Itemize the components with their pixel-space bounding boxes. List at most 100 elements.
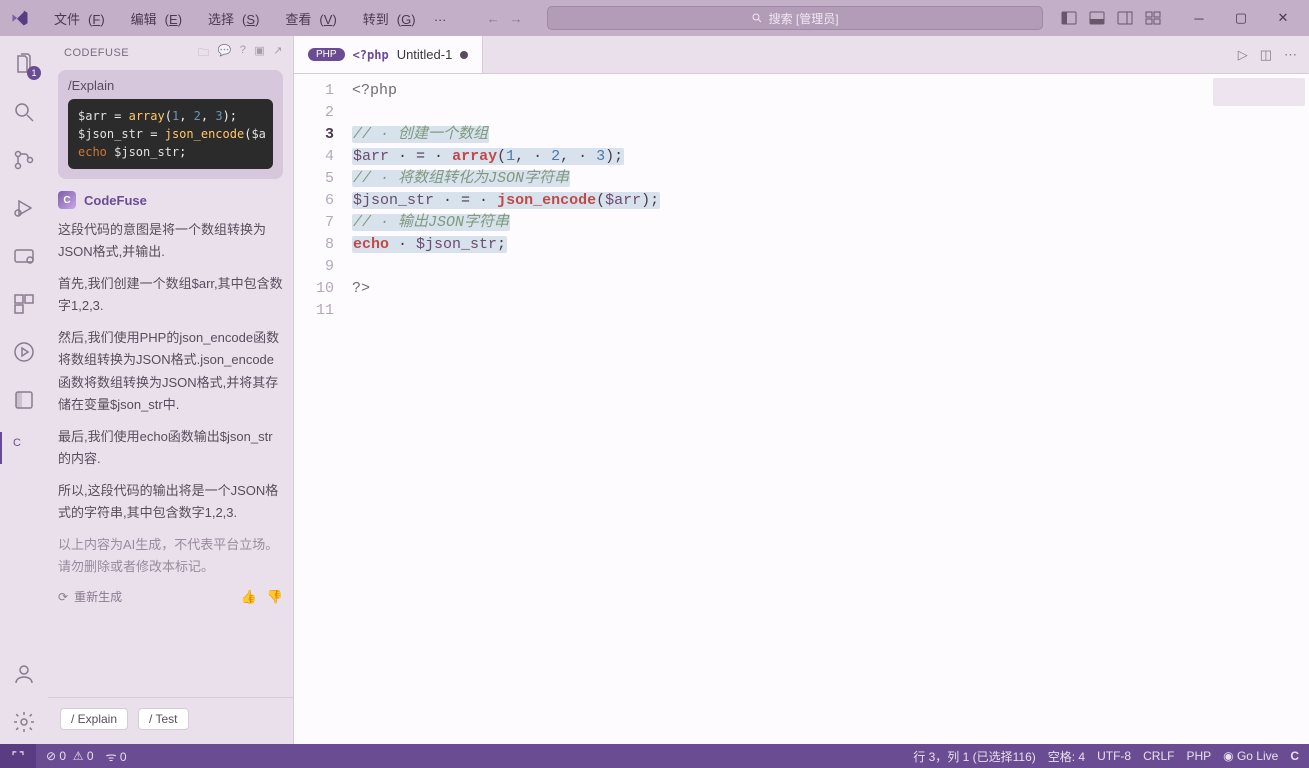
sidebar-footer: / Explain / Test [48, 697, 293, 744]
code-line[interactable]: $arr · = · array(1, · 2, · 3); [352, 146, 660, 168]
activity-testing[interactable] [0, 330, 48, 374]
explorer-badge: 1 [27, 66, 41, 80]
chat-icon[interactable]: 💬 [218, 44, 232, 63]
menu-edit[interactable]: 编辑(E) [115, 5, 190, 32]
search-icon [751, 12, 763, 24]
close-icon[interactable]: ✕ [1263, 3, 1303, 33]
status-remote[interactable] [0, 744, 36, 768]
status-encoding[interactable]: UTF-8 [1097, 749, 1131, 763]
tab-filename: Untitled-1 [397, 47, 453, 62]
activity-scm[interactable] [0, 138, 48, 182]
sidebar-title-row: CODEFUSE 🗀 💬 ? ▣ ↗ [48, 36, 293, 70]
status-ports[interactable]: ᯤ 0 [106, 748, 127, 765]
regenerate-button[interactable]: ⟳ 重新生成 [58, 588, 122, 605]
activity-codefuse[interactable]: C [0, 426, 48, 470]
vscode-icon [6, 9, 34, 27]
code-line[interactable]: echo · $json_str; [352, 234, 660, 256]
maximize-icon[interactable]: ▢ [1221, 3, 1261, 33]
codefuse-brand: C CodeFuse [58, 191, 283, 209]
refresh-icon: ⟳ [58, 590, 68, 604]
code-line[interactable]: // · 将数组转化为JSON字符串 [352, 168, 660, 190]
activity-debug[interactable] [0, 186, 48, 230]
run-icon[interactable]: ▷ [1238, 47, 1248, 63]
explain-paragraph: 最后,我们使用echo函数输出$json_str的内容. [58, 426, 283, 470]
code-line[interactable]: $json_str · = · json_encode($arr); [352, 190, 660, 212]
activity-explorer[interactable]: 1 [0, 42, 48, 86]
nav-back-icon[interactable]: ← [487, 11, 500, 26]
warning-icon: ⚠ [73, 749, 84, 763]
thumbs-down-icon[interactable]: 👎 [267, 589, 283, 605]
activity-bar: 1 C [0, 36, 48, 744]
layout-toggles [1057, 6, 1165, 30]
status-golive[interactable]: ◉ Go Live [1223, 749, 1278, 763]
status-codefuse-icon[interactable]: C [1290, 749, 1299, 763]
window-controls: ─ ▢ ✕ [1179, 3, 1303, 33]
status-indent[interactable]: 空格: 4 [1048, 748, 1085, 765]
ai-disclaimer: 以上内容为AI生成，不代表平台立场。请勿删除或者修改本标记。 [58, 534, 283, 578]
popout-icon[interactable]: ▣ [254, 44, 265, 63]
explain-paragraph: 首先,我们创建一个数组$arr,其中包含数字1,2,3. [58, 273, 283, 317]
toggle-secondary-icon[interactable] [1113, 6, 1137, 30]
explain-paragraph: 所以,这段代码的输出将是一个JSON格式的字符串,其中包含数字1,2,3. [58, 480, 283, 524]
error-icon: ⊘ [46, 749, 56, 763]
file-glyph: <?php [353, 48, 389, 62]
activity-account[interactable] [0, 652, 48, 696]
status-problems[interactable]: ⊘ 0 ⚠ 0 [46, 749, 94, 763]
command-search[interactable]: 搜索 [管理员] [547, 6, 1043, 30]
menu-more[interactable]: … [426, 5, 455, 32]
code-line[interactable]: ?> [352, 278, 660, 300]
editor-tab[interactable]: PHP <?php Untitled-1 [294, 36, 483, 73]
menu-select[interactable]: 选择(S) [192, 5, 267, 32]
folder-icon[interactable]: 🗀 [198, 44, 210, 63]
toggle-panel-icon[interactable] [1085, 6, 1109, 30]
title-bar: 文件(F) 编辑(E) 选择(S) 查看(V) 转到(G) … ← → 搜索 [… [0, 0, 1309, 36]
external-icon[interactable]: ↗ [273, 44, 283, 63]
sidebar-codefuse: CODEFUSE 🗀 💬 ? ▣ ↗ /Explain $arr = array… [48, 36, 294, 744]
more-actions-icon[interactable]: ⋯ [1284, 47, 1297, 63]
nav-arrows: ← → [487, 11, 523, 26]
toggle-sidebar-icon[interactable] [1057, 6, 1081, 30]
code-line[interactable]: // · 输出JSON字符串 [352, 212, 660, 234]
code-line[interactable]: // · 创建一个数组 [352, 124, 660, 146]
nav-forward-icon[interactable]: → [510, 11, 523, 26]
activity-bookmarks[interactable] [0, 378, 48, 422]
search-placeholder: 搜索 [管理员] [769, 10, 839, 27]
chip-explain[interactable]: / Explain [60, 708, 128, 730]
menu-file[interactable]: 文件(F) [38, 5, 113, 32]
broadcast-icon: ◉ [1223, 749, 1233, 763]
customize-layout-icon[interactable] [1141, 6, 1165, 30]
code-editor[interactable]: 1234567891011 <?php // · 创建一个数组$arr · = ·… [294, 74, 1309, 744]
code-line[interactable] [352, 102, 660, 124]
minimize-icon[interactable]: ─ [1179, 3, 1219, 33]
editor-tabs: PHP <?php Untitled-1 ▷ ◫ ⋯ [294, 36, 1309, 74]
menu-go[interactable]: 转到(G) [347, 5, 424, 32]
code-content[interactable]: <?php // · 创建一个数组$arr · = · array(1, · 2,… [348, 74, 660, 744]
status-cursor[interactable]: 行 3，列 1 (已选择116) [913, 748, 1035, 765]
activity-search[interactable] [0, 90, 48, 134]
menu-view[interactable]: 查看(V) [269, 5, 344, 32]
explain-paragraph: 这段代码的意图是将一个数组转换为JSON格式,并输出. [58, 219, 283, 263]
code-line[interactable] [352, 300, 660, 322]
activity-settings[interactable] [0, 700, 48, 744]
sidebar-title: CODEFUSE [64, 47, 129, 59]
chat-response: 这段代码的意图是将一个数组转换为JSON格式,并输出. 首先,我们创建一个数组$a… [58, 219, 283, 578]
status-bar: ⊘ 0 ⚠ 0 ᯤ 0 行 3，列 1 (已选择116) 空格: 4 UTF-8… [0, 744, 1309, 768]
status-language[interactable]: PHP [1186, 749, 1211, 763]
editor-area: PHP <?php Untitled-1 ▷ ◫ ⋯ 1234567891011… [294, 36, 1309, 744]
minimap[interactable] [1213, 78, 1305, 106]
antenna-icon: ᯤ [106, 750, 117, 764]
code-line[interactable]: <?php [352, 80, 660, 102]
thumbs-up-icon[interactable]: 👍 [241, 589, 257, 605]
activity-remote[interactable] [0, 234, 48, 278]
status-eol[interactable]: CRLF [1143, 749, 1174, 763]
code-line[interactable] [352, 256, 660, 278]
activity-extensions[interactable] [0, 282, 48, 326]
line-gutter: 1234567891011 [294, 74, 348, 744]
help-icon[interactable]: ? [240, 44, 247, 63]
language-badge: PHP [308, 48, 345, 61]
chip-test[interactable]: / Test [138, 708, 188, 730]
codefuse-logo-icon: C [58, 191, 76, 209]
split-editor-icon[interactable]: ◫ [1260, 47, 1272, 63]
dirty-indicator-icon [460, 51, 468, 59]
explain-paragraph: 然后,我们使用PHP的json_encode函数将数组转换为JSON格式.jso… [58, 327, 283, 415]
